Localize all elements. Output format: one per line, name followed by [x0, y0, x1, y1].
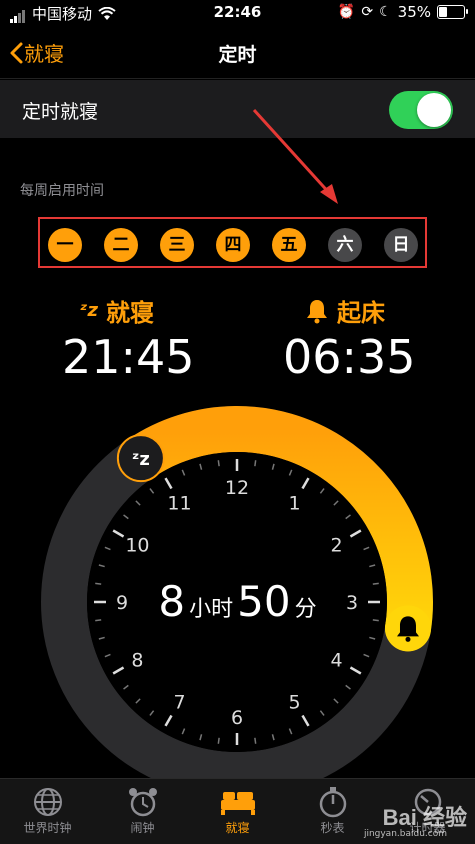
bed-icon	[190, 785, 285, 819]
zzz-icon: ᶻz	[80, 300, 98, 321]
battery-percent: 35%	[397, 3, 431, 21]
globe-icon	[0, 785, 95, 819]
bedtime-label: 就寝	[106, 299, 154, 327]
tab-bed[interactable]: 就寝	[190, 785, 285, 836]
tab-alarm-clock[interactable]: 闹钟	[95, 785, 190, 836]
tab-globe[interactable]: 世界时钟	[0, 785, 95, 836]
bell-icon	[307, 299, 327, 323]
weekly-label: 每周启用时间	[20, 183, 104, 199]
day-toggle[interactable]: 二	[104, 228, 138, 262]
alarm-clock-icon	[95, 785, 190, 819]
duration-hours: 8	[158, 577, 186, 626]
dial-hour-label: 4	[331, 650, 343, 672]
dial-hour-label: 2	[331, 535, 343, 557]
moon-icon: ☾	[379, 4, 392, 20]
wake-header: 起床	[305, 293, 385, 328]
sleep-duration: 8 小时 50 分	[0, 577, 475, 626]
day-toggle[interactable]: 一	[48, 228, 82, 262]
dial-hour-label: 8	[131, 650, 143, 672]
day-toggle[interactable]: 日	[384, 228, 418, 262]
bedtime-header: ᶻz 就寝	[80, 293, 154, 328]
status-right: ⏰ ⟳ ☾ 35%	[337, 3, 468, 21]
duration-minutes-unit: 分	[294, 597, 317, 622]
schedule-label: 定时就寝	[22, 101, 99, 123]
annotation-arrow	[252, 108, 338, 204]
zzz-handle-icon: ᶻz	[132, 449, 150, 470]
tab-label: 闹钟	[130, 821, 155, 835]
battery-icon	[437, 5, 468, 19]
alarm-status-icon: ⏰	[337, 4, 356, 20]
stopwatch-icon	[285, 785, 380, 819]
day-toggle[interactable]: 四	[216, 228, 250, 262]
tab-label: 世界时钟	[23, 821, 72, 835]
battery-level	[439, 7, 448, 17]
day-toggle[interactable]: 三	[160, 228, 194, 262]
watermark-url: jingyan.baidu.com	[363, 829, 447, 839]
dial-hour-label: 7	[173, 692, 185, 714]
dial-hour-label: 12	[225, 477, 249, 499]
dial-hour-label: 6	[231, 707, 243, 729]
dial-hour-label: 11	[167, 492, 191, 514]
day-toggle[interactable]: 六	[328, 228, 362, 262]
orientation-lock-icon: ⟳	[361, 4, 374, 20]
watermark: Bai 经验	[382, 805, 467, 830]
dial-hour-label: 5	[288, 692, 300, 714]
toggle-knob	[417, 93, 451, 127]
navigation-bar: 就寝 定时	[0, 26, 475, 79]
wake-time[interactable]: 06:35	[283, 330, 416, 384]
bedtime-handle[interactable]: ᶻz	[116, 434, 165, 483]
days-selector: 一二三四五六日	[38, 217, 427, 268]
dial-hour-label: 1	[288, 492, 300, 514]
page-title: 定时	[218, 44, 257, 66]
schedule-toggle[interactable]	[389, 91, 453, 129]
status-bar: 中国移动 22:46 ⏰ ⟳ ☾ 35%	[0, 0, 475, 26]
day-toggle[interactable]: 五	[272, 228, 306, 262]
duration-minutes: 50	[237, 577, 291, 626]
bedtime-time[interactable]: 21:45	[62, 330, 195, 384]
dial-hour-label: 10	[125, 535, 149, 557]
schedule-row: 定时就寝	[0, 80, 475, 138]
duration-hours-unit: 小时	[189, 597, 234, 622]
tab-label: 就寝	[225, 821, 250, 835]
wake-label: 起床	[337, 299, 385, 327]
